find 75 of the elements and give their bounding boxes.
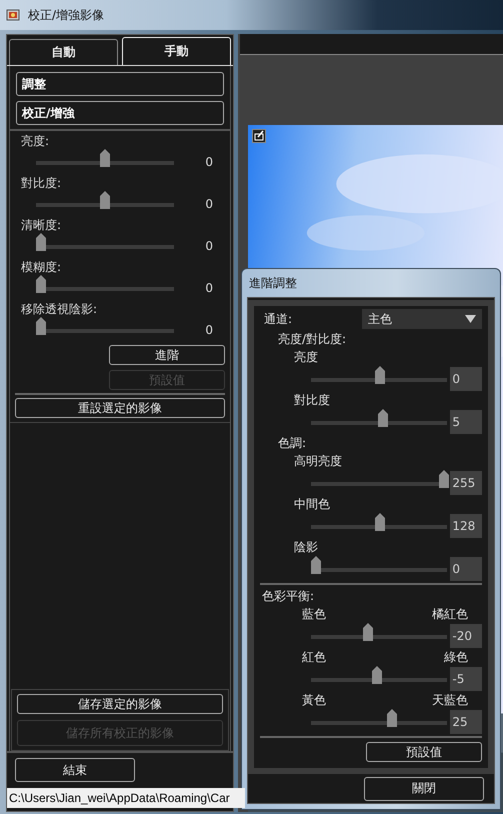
slider[interactable] [311,408,448,426]
button[interactable]: 進階 [109,345,225,365]
tab[interactable]: 手動 [122,37,231,65]
slider[interactable] [311,366,448,384]
reset-button[interactable]: 重設選定的影像 [15,398,225,418]
slider-thumb[interactable] [311,556,321,574]
slider[interactable] [36,191,174,209]
value-field[interactable]: 128 [450,514,482,538]
slider-thumb[interactable] [100,149,110,167]
slider-thumb[interactable] [386,708,397,726]
close-button[interactable]: 關閉 [364,776,484,800]
slider-label: 黃色 [302,692,326,709]
slider-label: 移除透視陰影: [20,301,98,317]
slider[interactable] [311,666,448,684]
slider-thumb[interactable] [363,622,374,640]
slider-label: 對比度: [20,175,62,191]
slider-label: 橘紅色 [432,606,468,623]
slider[interactable] [36,233,174,251]
slider[interactable] [311,470,448,488]
group-heading: 色調: [277,435,308,452]
section-header[interactable]: 校正/增強 [16,101,224,125]
value-field[interactable]: -5 [450,666,482,690]
slider-thumb[interactable] [36,275,46,293]
slider-label: 高明亮度 [293,453,343,470]
slider-label: 陰影 [293,539,319,556]
caret-icon [465,315,476,323]
slider-label: 天藍色 [432,692,468,709]
slider[interactable] [36,317,174,335]
status-bar: C:\Users\Jian_wei\AppData\Roaming\Car [7,788,245,808]
exit-button[interactable]: 結束 [15,758,135,782]
window-title: 校正/增強影像 [28,6,104,24]
slider-label: 亮度 [293,349,319,366]
slider-label: 藍色 [302,606,326,623]
value-field[interactable]: 255 [450,470,482,494]
slider-label: 紅色 [302,649,326,666]
save-button[interactable]: 儲存選定的影像 [17,694,223,714]
slider-thumb[interactable] [375,366,385,384]
app-icon [6,8,20,22]
slider-value: 0 [205,155,213,169]
value-field[interactable]: 5 [450,410,482,434]
slider[interactable] [311,708,448,726]
value-field[interactable]: -20 [450,624,482,648]
slider-thumb[interactable] [36,233,46,251]
slider-value: 0 [205,239,213,253]
slider-thumb[interactable] [378,408,388,426]
default-button[interactable]: 預設值 [366,742,482,762]
section-header[interactable]: 調整 [16,72,224,96]
slider-label: 清晰度: [20,217,62,233]
slider-label: 模糊度: [20,259,62,275]
value-field[interactable]: 0 [450,366,482,390]
slider-value: 0 [205,323,213,337]
slider-value: 0 [205,197,213,211]
slider-thumb[interactable] [372,666,382,684]
slider[interactable] [311,622,448,640]
slider-label: 對比度 [293,392,331,409]
dialog-title: 進階調整 [248,275,298,292]
slider-thumb[interactable] [100,191,110,209]
slider[interactable] [36,275,174,293]
group-heading: 亮度/對比度: [277,331,348,348]
value-field[interactable]: 25 [450,710,482,734]
slider-label: 亮度: [20,133,50,149]
slider-label: 綠色 [444,649,468,666]
slider-thumb[interactable] [36,317,46,335]
edit-icon[interactable] [252,129,266,144]
slider[interactable] [311,556,448,574]
slider-value: 0 [205,281,213,295]
tab[interactable]: 自動 [9,39,118,65]
channel-dropdown[interactable]: 主色 [362,309,482,329]
channel-label: 通道: [263,310,292,328]
slider-thumb[interactable] [375,512,385,530]
slider[interactable] [311,512,448,530]
slider-label: 中間色 [293,496,331,513]
group-heading: 色彩平衡: [261,588,316,605]
value-field[interactable]: 0 [450,556,482,580]
slider[interactable] [36,149,174,167]
